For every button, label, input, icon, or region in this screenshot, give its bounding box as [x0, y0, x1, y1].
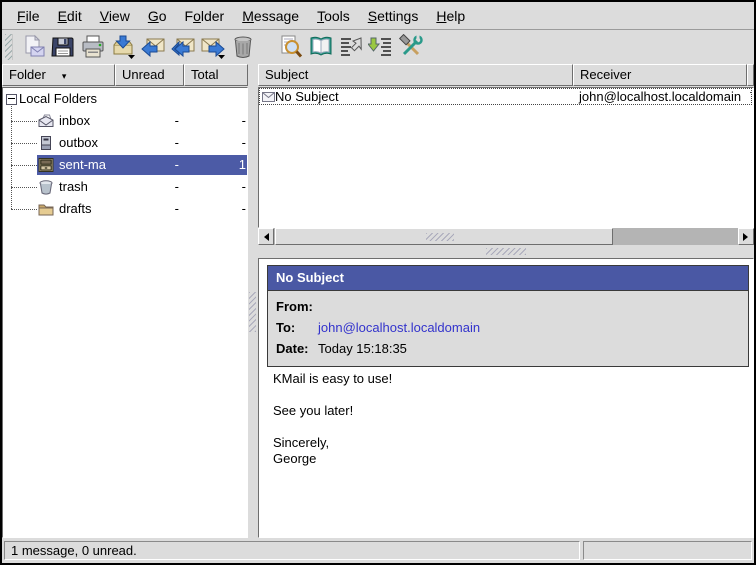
splitter-grip: [486, 248, 526, 255]
reply-all-icon: [170, 34, 196, 60]
trash-folder-icon: [37, 179, 55, 195]
folder-row-outbox[interactable]: outbox - -: [3, 132, 247, 154]
right-arrow-icon: [743, 233, 752, 241]
inbox-icon: [37, 113, 55, 129]
folder-row-trash[interactable]: trash - -: [3, 176, 247, 198]
print-icon: [80, 34, 106, 60]
receiver-column-header[interactable]: Receiver: [573, 64, 747, 86]
check-mail-button[interactable]: [108, 32, 138, 62]
collapse-expander-icon[interactable]: [6, 94, 17, 105]
status-message: 1 message, 0 unread.: [4, 541, 580, 560]
menu-item-folder[interactable]: Folder: [176, 5, 234, 27]
status-section-right: [583, 541, 752, 560]
scrollbar-thumb[interactable]: [275, 228, 613, 245]
trash-icon: [230, 34, 256, 60]
menu-item-message[interactable]: Message: [233, 5, 308, 27]
address-book-icon: [308, 34, 334, 60]
to-label: To:: [276, 317, 318, 338]
reply-icon: [140, 34, 166, 60]
scroll-right-button[interactable]: [738, 228, 754, 245]
new-message-icon: [20, 34, 46, 60]
folder-row-inbox[interactable]: inbox - -: [3, 110, 247, 132]
kmail-window: File Edit View Go Folder Message Tools S…: [0, 0, 756, 565]
find-messages-button[interactable]: [276, 32, 306, 62]
save-icon: [50, 34, 76, 60]
folder-row-drafts[interactable]: drafts - -: [3, 198, 247, 220]
tools-button[interactable]: [396, 32, 426, 62]
unread-column-header[interactable]: Unread: [115, 64, 184, 86]
subject-column-header[interactable]: Subject: [258, 64, 573, 86]
print-button[interactable]: [78, 32, 108, 62]
menu-item-file[interactable]: File: [8, 5, 49, 27]
find-icon: [278, 34, 304, 60]
list-jump-icon: [368, 34, 394, 60]
menu-item-help[interactable]: Help: [427, 5, 474, 27]
message-title: No Subject: [268, 266, 748, 290]
message-header-box: No Subject From: To: john@localhost.loca…: [267, 265, 749, 367]
vertical-splitter[interactable]: [248, 64, 258, 538]
reply-all-button[interactable]: [168, 32, 198, 62]
to-address-link[interactable]: john@localhost.localdomain: [318, 317, 480, 338]
message-list-hscrollbar[interactable]: [258, 228, 754, 245]
list-select-icon: [338, 34, 364, 60]
select-messages-button[interactable]: [336, 32, 366, 62]
message-row[interactable]: No Subject john@localhost.localdomain To…: [259, 88, 752, 105]
menubar: File Edit View Go Folder Message Tools S…: [2, 2, 754, 30]
toolbar: [2, 30, 754, 65]
forward-button[interactable]: [198, 32, 228, 62]
menu-item-settings[interactable]: Settings: [359, 5, 428, 27]
from-label: From:: [276, 296, 318, 317]
folder-row-sent-ma[interactable]: sent-ma - 1: [3, 154, 247, 176]
toolbar-drag-handle[interactable]: [5, 34, 13, 60]
sort-arrow-icon: ▾: [62, 71, 67, 81]
address-book-button[interactable]: [306, 32, 336, 62]
folder-tree: Local Folders inbox - - outbox - -: [2, 87, 248, 538]
jump-to-folder-button[interactable]: [366, 32, 396, 62]
total-column-header[interactable]: Total: [184, 64, 248, 86]
statusbar: 1 message, 0 unread.: [2, 538, 754, 563]
thumb-grip: [426, 233, 454, 241]
menu-item-view[interactable]: View: [91, 5, 139, 27]
menu-item-edit[interactable]: Edit: [49, 5, 91, 27]
menu-item-tools[interactable]: Tools: [308, 5, 359, 27]
message-list: No Subject john@localhost.localdomain To…: [258, 87, 754, 228]
drafts-folder-icon: [37, 201, 55, 217]
horizontal-splitter[interactable]: [258, 245, 754, 258]
menu-item-go[interactable]: Go: [139, 5, 176, 27]
message-body: KMail is easy to use! See you later! Sin…: [273, 371, 392, 467]
forward-icon: [200, 34, 226, 60]
new-message-button[interactable]: [18, 32, 48, 62]
date-column-header[interactable]: Date: [747, 64, 754, 86]
left-arrow-icon: [260, 233, 269, 241]
folder-column-header[interactable]: Folder▾: [2, 64, 115, 86]
outbox-icon: [37, 135, 55, 151]
message-preview: No Subject From: To: john@localhost.loca…: [258, 258, 754, 538]
check-mail-icon: [110, 34, 136, 60]
date-label: Date:: [276, 338, 318, 359]
save-button[interactable]: [48, 32, 78, 62]
tools-icon: [398, 34, 424, 60]
sent-folder-icon: [37, 157, 55, 173]
splitter-grip: [249, 292, 256, 332]
scroll-left-button[interactable]: [258, 228, 274, 245]
message-envelope-icon: [262, 92, 275, 102]
date-value: Today 15:18:35: [318, 338, 407, 359]
reply-button[interactable]: [138, 32, 168, 62]
delete-button[interactable]: [228, 32, 258, 62]
folder-row-local-folders[interactable]: Local Folders: [3, 88, 247, 110]
